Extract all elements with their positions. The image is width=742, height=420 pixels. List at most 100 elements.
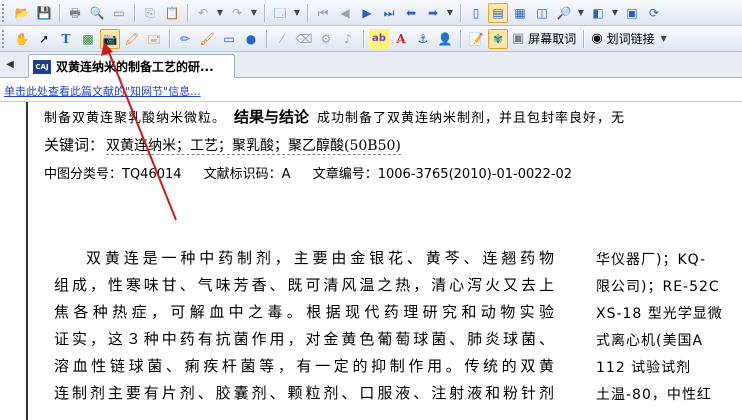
copy-icon[interactable]: ⎘ — [140, 3, 160, 23]
nav-dropdown-icon[interactable]: ▼ — [445, 3, 455, 23]
forward-icon[interactable]: ➡ — [423, 3, 443, 23]
properties-icon[interactable]: 🗔 — [270, 3, 290, 23]
right-column-line: 限公司)；RE-52C — [596, 279, 720, 295]
abstract-heading: 结果与结论 — [234, 108, 310, 126]
text-select-icon[interactable]: T — [56, 29, 76, 49]
undo-dropdown-icon[interactable]: ▼ — [215, 3, 225, 23]
document-page[interactable]: 制备双黄连聚乳酸纳米微粒。 结果与结论 成功制备了双黄连纳米制剂，并且包封率良好，无… — [0, 102, 742, 420]
keywords-values[interactable]: 双黄连纳米；工艺；聚乳酸；聚乙醇酸(50B50) — [106, 138, 401, 155]
toolbar-separator — [460, 29, 461, 48]
clc-number: 中图分类号：TQ46014 — [44, 167, 182, 182]
toolbar-separator — [583, 29, 585, 48]
eraser-icon[interactable]: ⌫ — [294, 29, 314, 49]
tab-document[interactable]: CAJ 双黄连纳米的制备工艺的研... — [28, 54, 235, 78]
snapshot-icon[interactable]: 📷 — [100, 28, 120, 49]
screen-word-icon: ▣ — [512, 31, 525, 46]
toolbar-separator — [460, 3, 461, 22]
body-paragraph-line: 溶血性链球菌、痢疾杆菌等，有一定的抑制作用。传统的双黄 — [54, 357, 554, 375]
next-page-icon[interactable]: ▶ — [357, 3, 377, 23]
image-select-icon[interactable]: ▩ — [78, 29, 98, 49]
open-icon[interactable]: 📂 — [12, 3, 32, 23]
caj-file-icon: CAJ — [33, 59, 51, 74]
text-highlight-icon[interactable]: ab — [369, 28, 389, 49]
abstract-lead: 制备双黄连聚乳酸纳米微粒。 — [44, 111, 227, 126]
zoom-dropdown-icon[interactable]: ▼ — [576, 3, 586, 23]
single-page-icon[interactable]: ▯ — [466, 3, 486, 23]
hand-tool-icon[interactable]: ✋ — [12, 29, 32, 49]
screen-word-label: 屏幕取词 — [528, 32, 577, 46]
main-toolbar: 📂 💾 🖶 🔍 ▭ ⎘ 📋 ↶ ▼ ↷ ▼ 🗔 ▼ ⏮ ◀ ▶ ⏭ ⬅ ➡ ▼ … — [0, 0, 742, 26]
last-page-icon[interactable]: ⏭ — [379, 3, 399, 23]
redo-icon[interactable]: ↷ — [227, 3, 247, 23]
article-number: 文章编号：1006-3765(2010)-01-0022-02 — [312, 167, 573, 182]
fullscreen-icon[interactable]: ▣ — [622, 3, 642, 23]
user-icon[interactable]: 👤 — [435, 29, 455, 49]
notes-icon[interactable]: 📝 — [466, 29, 486, 49]
two-page-icon[interactable]: ◫ — [532, 3, 552, 23]
undo-icon[interactable]: ↶ — [193, 3, 213, 23]
toolbar-separator — [169, 29, 170, 48]
abstract-tail: 成功制备了双黄连纳米制剂，并且包封率良好，无 — [317, 111, 626, 126]
print-icon[interactable]: 🖶 — [65, 3, 85, 23]
gear-icon[interactable]: ⚙ — [316, 29, 336, 49]
toolbar-separator — [307, 3, 308, 22]
word-link-button[interactable]: ◉ 划词链接 — [588, 29, 657, 49]
keywords-line: 关键词： 双黄连纳米；工艺；聚乳酸；聚乙醇酸(50B50) — [44, 134, 401, 155]
right-column-line: XS-18 型光学显微 — [596, 306, 723, 322]
rectangle-icon[interactable]: ▭ — [219, 29, 239, 49]
continuous-icon[interactable]: ▦ — [510, 3, 530, 23]
brush-icon[interactable]: 🖌 — [197, 29, 217, 49]
toolbar-separator — [59, 3, 60, 22]
word-link-label: 划词链接 — [606, 32, 655, 46]
toolbar-separator — [266, 29, 267, 48]
body-paragraph-line: 证实，这３种中药有抗菌作用，对金黄色葡萄球菌、肺炎球菌、 — [54, 330, 554, 348]
knowledge-node-link[interactable]: 单击此处查看此篇文献的"知网节"信息... — [4, 83, 201, 99]
word-link-icon: ◉ — [591, 31, 603, 46]
ellipse-icon[interactable]: ● — [241, 29, 261, 49]
save-icon[interactable]: 💾 — [34, 3, 54, 23]
body-paragraph-line: 连制剂主要有片剂、胶囊剂、颗粒剂、口服液、注射液和粉针剂 — [54, 384, 554, 402]
body-paragraph-line: 焦各种热症，可解血中之毒。根据现代药理研究和动物实验 — [54, 303, 554, 321]
tab-document-label: 双黄连纳米的制备工艺的研... — [56, 60, 214, 74]
print-preview-icon[interactable]: 🔍 — [87, 3, 107, 23]
line-icon[interactable]: ⁄ — [272, 29, 292, 49]
stamp-icon[interactable]: 🖃 — [144, 29, 164, 49]
view-icon[interactable]: ▭ — [109, 3, 129, 23]
fit-width-icon[interactable]: ▤ — [488, 2, 508, 23]
toolbar-separator — [264, 3, 265, 22]
zoom-icon[interactable]: 🔎 — [554, 3, 574, 23]
paste-icon[interactable]: 📋 — [162, 3, 182, 23]
toolbar-separator — [187, 3, 188, 22]
word-link-dropdown-icon[interactable]: ▼ — [659, 29, 669, 49]
toolbar-separator — [363, 29, 364, 48]
pencil-icon[interactable]: ✏ — [175, 29, 195, 49]
toolbar-grip[interactable] — [2, 3, 8, 22]
prev-page-icon[interactable]: ◀ — [335, 3, 355, 23]
anchor-icon[interactable]: ⚓ — [413, 29, 433, 49]
body-paragraph-line: 双黄连是一种中药制剂，主要由金银花、黄芩、连翘药物 — [86, 249, 554, 267]
document-tab-bar: ◀ CAJ 双黄连纳米的制备工艺的研... — [0, 52, 742, 78]
layout-icon[interactable]: ◧ — [588, 3, 608, 23]
link-tool-icon[interactable]: ✾ — [488, 28, 508, 49]
toolbar-separator — [134, 3, 135, 22]
right-column-line: 华仪器厂)；KQ- — [596, 252, 707, 268]
body-paragraph-line: 组成，性寒味甘、气味芳香、既可清风温之热，清心泻火又去上 — [54, 276, 554, 294]
highlight-icon[interactable]: 🖍 — [122, 29, 142, 49]
toolbar-grip[interactable] — [2, 29, 8, 48]
redo-dropdown-icon[interactable]: ▼ — [249, 3, 259, 23]
first-page-icon[interactable]: ⏮ — [313, 3, 333, 23]
font-color-icon[interactable]: A — [391, 29, 411, 49]
properties-dropdown-icon[interactable]: ▼ — [292, 3, 302, 23]
right-column-line: 式离心机(美国A — [596, 333, 704, 349]
screen-word-button[interactable]: ▣ 屏幕取词 — [509, 29, 579, 49]
back-icon[interactable]: ⬅ — [401, 3, 421, 23]
document-code: 文献标识码：A — [203, 167, 291, 182]
music-icon[interactable]: ♪ — [338, 29, 358, 49]
tab-scroll-left-icon[interactable]: ◀ — [3, 56, 17, 72]
right-column-line: 土温-80，中性红 — [596, 387, 712, 403]
select-arrow-icon[interactable]: ➚ — [34, 29, 54, 49]
tools-toolbar: ✋ ➚ T ▩ 📷 🖍 🖃 ✏ 🖌 ▭ ● ⁄ ⌫ ⚙ ♪ ab A ⚓ 👤 📝… — [0, 26, 742, 52]
rotate-icon[interactable]: ⟳ — [644, 3, 664, 23]
page-margin — [0, 102, 28, 420]
layout-dropdown-icon[interactable]: ▼ — [610, 3, 620, 23]
